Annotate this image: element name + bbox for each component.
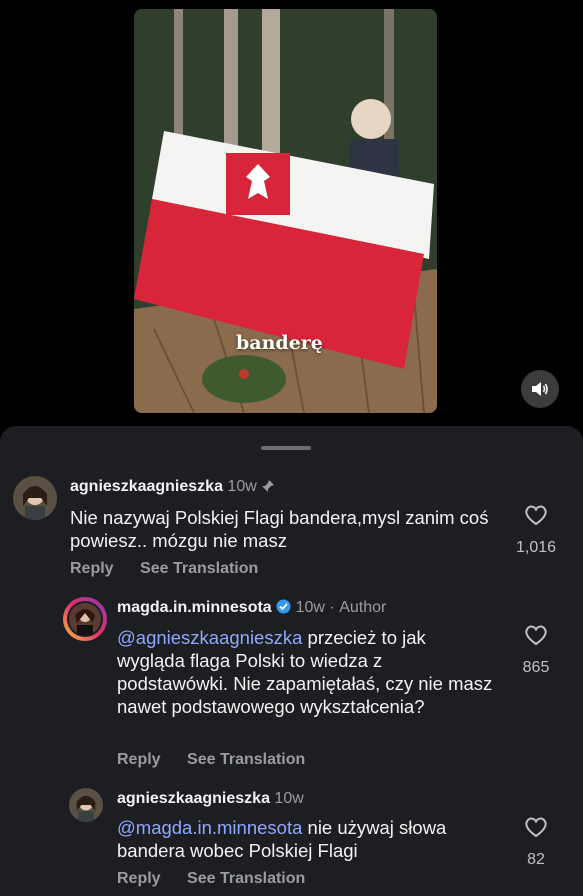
- verified-badge-icon: [276, 599, 291, 614]
- author-label: Author: [339, 599, 387, 616]
- see-translation-button[interactable]: See Translation: [140, 560, 258, 577]
- comment-text: @agnieszkaagnieszka przecież to jak wygl…: [117, 626, 497, 718]
- comment-text: @magda.in.minnesota nie używaj słowa ban…: [117, 816, 497, 862]
- comment-time: 10w: [295, 599, 325, 616]
- comment-username[interactable]: agnieszkaagnieszka: [117, 790, 270, 807]
- like-button[interactable]: 865: [506, 624, 566, 677]
- video-caption: banderę: [236, 332, 323, 354]
- heart-icon: [525, 505, 547, 526]
- like-count: 1,016: [515, 539, 557, 556]
- heart-icon: [525, 625, 547, 646]
- comment-username[interactable]: magda.in.minnesota: [117, 599, 272, 616]
- sheet-drag-handle[interactable]: [261, 446, 311, 450]
- speaker-icon: [532, 382, 548, 396]
- like-count: 865: [522, 659, 550, 676]
- avatar[interactable]: [69, 788, 103, 822]
- like-count: 82: [527, 851, 545, 868]
- meta-separator: ·: [329, 599, 335, 616]
- heart-icon: [525, 817, 547, 838]
- avatar[interactable]: [13, 476, 57, 520]
- like-button[interactable]: 82: [506, 816, 566, 869]
- mention-link[interactable]: @magda.in.minnesota: [117, 817, 302, 838]
- comment-text: Nie nazywaj Polskiej Flagi bandera,mysl …: [70, 507, 489, 551]
- comments-sheet: agnieszkaagnieszka 10w Nie nazywaj Polsk…: [0, 426, 583, 896]
- comment-time: 10w: [274, 790, 304, 807]
- reply-button[interactable]: Reply: [117, 870, 161, 887]
- pin-icon: [262, 480, 275, 492]
- comment-time: 10w: [227, 478, 257, 495]
- comment-username[interactable]: agnieszkaagnieszka: [70, 478, 223, 495]
- avatar[interactable]: [63, 597, 107, 641]
- like-button[interactable]: 1,016: [506, 504, 566, 557]
- mute-button[interactable]: [521, 370, 559, 408]
- mention-link[interactable]: @agnieszkaagnieszka: [117, 627, 302, 648]
- see-translation-button[interactable]: See Translation: [187, 751, 305, 768]
- reply-button[interactable]: Reply: [117, 751, 161, 768]
- see-translation-button[interactable]: See Translation: [187, 870, 305, 887]
- video-player[interactable]: banderę: [134, 9, 437, 413]
- reply-button[interactable]: Reply: [70, 560, 114, 577]
